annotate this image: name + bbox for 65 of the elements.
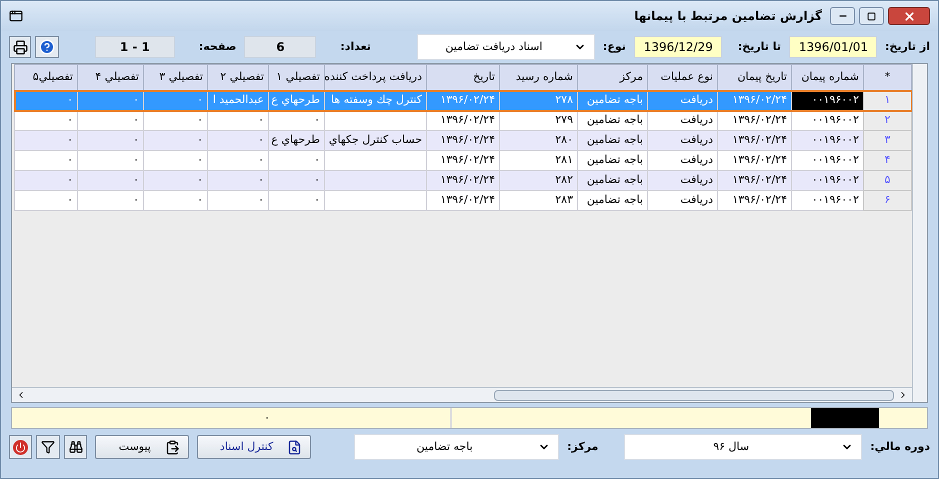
print-button[interactable] (9, 36, 31, 58)
row-number[interactable]: ۴ (864, 150, 912, 170)
field-label: تعداد: (340, 38, 371, 55)
filter-icon (41, 440, 56, 454)
scroll-thumb[interactable] (494, 390, 894, 400)
summary-value: ۰ (264, 410, 270, 426)
column-header[interactable]: تفصيلي ۱ (268, 64, 324, 90)
table-row[interactable]: ۶ ۰۰۱۹۶۰۰۲ ۱۳۹۶/۰۲/۲۴ دريافت باجه تضامين ۲۸۳ ۱۳۹۶/۰۲/۲۴ ۰ ۰ ۰ ۰ ۰ (14, 190, 912, 210)
type-dropdown[interactable]: اسناد دريافت تضامين (416, 34, 595, 60)
row-number[interactable]: ۳ (864, 130, 912, 150)
close-icon (902, 10, 916, 22)
window-title: گزارش تضامين مرتبط با پيمانها (634, 8, 822, 25)
row-number[interactable]: ۶ (864, 190, 912, 210)
vertical-scrollbar[interactable] (912, 64, 927, 402)
attachment-button[interactable]: پيوست (95, 435, 190, 459)
table-row[interactable]: ۴ ۰۰۱۹۶۰۰۲ ۱۳۹۶/۰۲/۲۴ دريافت باجه تضامين ۲۸۱ ۱۳۹۶/۰۲/۲۴ ۰ ۰ ۰ ۰ ۰ (14, 150, 912, 170)
column-header[interactable]: تفصيلي ۲ (208, 64, 268, 90)
column-header[interactable]: تاريخ پيمان (718, 64, 792, 90)
column-header[interactable]: مرکز (578, 64, 648, 90)
power-icon (13, 440, 28, 454)
column-header[interactable]: تفصيلي ۳ (144, 64, 208, 90)
close-button[interactable] (888, 7, 930, 25)
column-header[interactable]: شماره رسيد (500, 64, 578, 90)
table-row[interactable]: ۲ ۰۰۱۹۶۰۰۲ ۱۳۹۶/۰۲/۲۴ دريافت باجه تضامين ۲۷۹ ۱۳۹۶/۰۲/۲۴ ۰ ۰ ۰ ۰ ۰ (14, 110, 912, 130)
printer-icon (12, 40, 28, 54)
power-button[interactable] (9, 435, 32, 459)
horizontal-scrollbar[interactable] (12, 387, 912, 402)
control-documents-button[interactable]: کنترل اسناد (197, 435, 311, 459)
field-label: تا تاريخ: (738, 38, 782, 55)
help-button[interactable] (35, 36, 59, 58)
column-header[interactable]: دريافت پرداخت کننده (324, 64, 426, 90)
row-number[interactable]: ۱ (864, 90, 912, 110)
table-cell: ۰۰۱۹۶۰۰۲ (792, 90, 864, 110)
column-header[interactable]: تفصيلي ۴ (78, 64, 144, 90)
from-date-field[interactable]: 1396/01/01 (789, 36, 878, 58)
filter-button[interactable] (36, 435, 60, 459)
column-header[interactable]: نوع عمليات (648, 64, 718, 90)
to-date-field[interactable]: 1396/12/29 (634, 36, 722, 58)
field-label: صفحه: (198, 38, 236, 55)
row-number[interactable]: ۲ (864, 110, 912, 130)
table-row[interactable]: ۳ ۰۰۱۹۶۰۰۲ ۱۳۹۶/۰۲/۲۴ دريافت باجه تضامين ۲۸۰ ۱۳۹۶/۰۲/۲۴ حساب کنترل جکهاي طرحهاي ع ۰ ۰ ۰ ۰ (14, 130, 912, 150)
field-label: از تاريخ: (885, 38, 930, 55)
count-display: 6 (244, 36, 316, 58)
column-header[interactable]: تفصيلي۵ (14, 64, 78, 90)
binoculars-icon (68, 440, 83, 454)
maximize-button[interactable] (859, 7, 884, 25)
window-icon (9, 9, 23, 23)
help-icon (39, 39, 55, 55)
row-number[interactable]: ۵ (864, 170, 912, 190)
table-row[interactable]: ۵ ۰۰۱۹۶۰۰۲ ۱۳۹۶/۰۲/۲۴ دريافت باجه تضامين ۲۸۲ ۱۳۹۶/۰۲/۲۴ ۰ ۰ ۰ ۰ ۰ (14, 170, 912, 190)
table-row[interactable]: ۱ ۰۰۱۹۶۰۰۲ ۱۳۹۶/۰۲/۲۴ دريافت باجه تضامين ۲۷۸ ۱۳۹۶/۰۲/۲۴ کنترل چك وسفته ها طرحهاي ع عبدالحميد ا ۰ ۰ ۰ (14, 90, 912, 110)
maximize-icon (867, 12, 876, 20)
column-header[interactable]: شماره پيمان (792, 64, 864, 90)
document-search-icon (286, 440, 302, 454)
column-header[interactable]: تاريخ (426, 64, 500, 90)
field-label: دوره مالي: (870, 438, 930, 455)
center-dropdown[interactable]: باجه تضامين (354, 434, 560, 460)
field-label: نوع: (602, 38, 626, 55)
page-display: 1 - 1 (94, 36, 175, 58)
clipboard-icon (165, 440, 180, 454)
search-button[interactable] (64, 435, 88, 459)
summary-highlight (811, 408, 879, 428)
fiscal-period-dropdown[interactable]: سال ۹۶ (624, 434, 862, 460)
column-header[interactable]: * (864, 64, 912, 90)
field-label: مرکز: (567, 438, 598, 455)
